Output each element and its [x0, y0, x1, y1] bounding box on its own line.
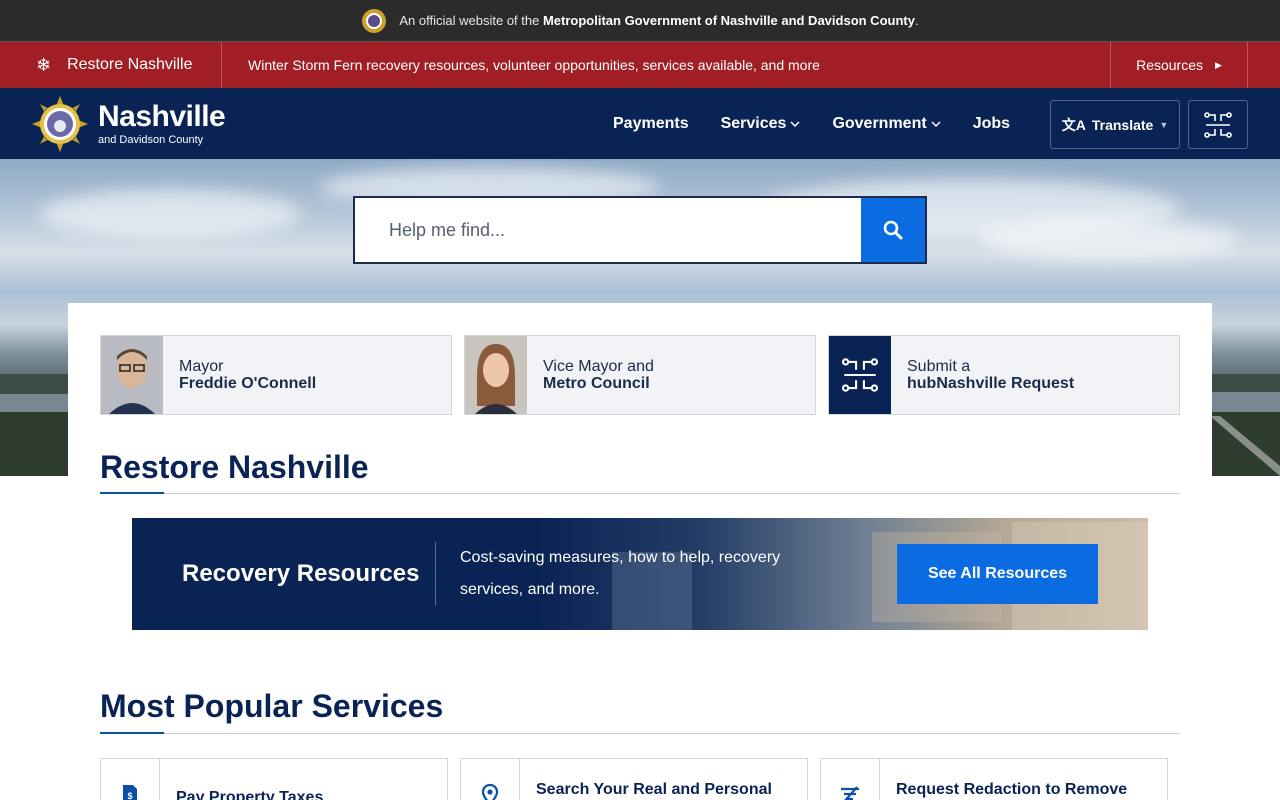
restore-heading-rule [100, 492, 1180, 494]
nav-services[interactable]: Services [721, 115, 801, 133]
card-hub-line1: Submit a [907, 358, 971, 375]
filter-lines-icon [841, 786, 859, 800]
hub-circuit-icon [1204, 111, 1232, 138]
card-hubnashville[interactable]: Submit a hubNashville Request [828, 335, 1180, 415]
mayor-photo [101, 336, 163, 414]
chevron-down-icon [790, 120, 800, 127]
see-all-resources-button[interactable]: See All Resources [897, 544, 1098, 604]
search-input[interactable] [355, 198, 861, 262]
svg-text:$: $ [127, 791, 132, 800]
alert-message[interactable]: Winter Storm Fern recovery resources, vo… [222, 42, 1110, 88]
translate-label: Translate [1091, 116, 1154, 133]
banner-divider [435, 542, 436, 606]
alert-resources-label: Resources [1136, 57, 1203, 73]
alert-bar: ❄ Restore Nashville Winter Storm Fern re… [0, 42, 1280, 88]
card-mayor[interactable]: Mayor Freddie O'Connell [100, 335, 452, 415]
card-mayor-line1: Mayor [179, 358, 224, 375]
translate-icon: 文A [1061, 116, 1086, 133]
banner-description: Cost-saving measures, how to help, recov… [460, 549, 781, 598]
official-org-name: Metropolitan Government of Nashville and… [542, 13, 915, 28]
service-icon-cell: $ [101, 759, 160, 800]
translate-button[interactable]: 文A Translate ▼ [1050, 100, 1180, 149]
official-website-bar: An official website of the Metropolitan … [0, 0, 1280, 42]
site-logo[interactable]: Nashville and Davidson County [32, 95, 226, 152]
service-label: Pay Property Taxes [176, 789, 324, 800]
restore-nashville-heading: Restore Nashville [100, 449, 369, 485]
map-pin-icon [481, 783, 499, 800]
metro-seal-icon [362, 8, 387, 33]
banner-title: Recovery Resources [182, 560, 420, 587]
nav-payments[interactable]: Payments [613, 115, 689, 133]
nashville-seal-icon [32, 95, 88, 152]
nav-payments-label: Payments [613, 114, 689, 132]
popular-services-heading: Most Popular Services [100, 688, 444, 724]
hub-circuit-icon [841, 358, 879, 392]
document-dollar-icon: $ [123, 785, 137, 800]
service-icon-cell [821, 759, 880, 800]
logo-subtitle: and Davidson County [98, 133, 204, 146]
official-text-prefix: An official website of the [399, 13, 540, 28]
nav-services-label: Services [720, 114, 787, 132]
service-card-search-real-personal[interactable]: Search Your Real and Personal [460, 758, 808, 800]
chevron-down-icon [931, 120, 941, 127]
logo-name: Nashville [98, 99, 226, 133]
official-text-suffix: . [914, 13, 919, 28]
service-card-request-redaction[interactable]: Request Redaction to Remove [820, 758, 1168, 800]
snowflake-icon: ❄ [36, 54, 52, 75]
search-icon [883, 220, 903, 240]
main-nav: Payments Services Government Jobs [613, 88, 1042, 159]
nav-government[interactable]: Government [832, 114, 941, 133]
service-icon-cell [461, 759, 520, 800]
card-hub-line2: hubNashville Request [907, 375, 1075, 392]
nav-government-label: Government [832, 114, 927, 132]
caret-right-icon: ▶ [1215, 59, 1222, 70]
nav-jobs[interactable]: Jobs [973, 115, 1010, 133]
search-button[interactable] [861, 198, 925, 262]
alert-resources-link[interactable]: Resources ▶ [1110, 42, 1248, 88]
alert-title[interactable]: ❄ Restore Nashville [0, 42, 222, 88]
card-vice-mayor[interactable]: Vice Mayor and Metro Council [464, 335, 816, 415]
service-label: Search Your Real and Personal [536, 781, 772, 798]
nav-jobs-label: Jobs [972, 114, 1011, 132]
service-label: Request Redaction to Remove [896, 781, 1128, 798]
caret-down-icon: ▼ [1159, 119, 1169, 130]
service-card-pay-property-taxes[interactable]: $ Pay Property Taxes [100, 758, 448, 800]
alert-title-text: Restore Nashville [67, 56, 193, 73]
hubnashville-button[interactable] [1188, 100, 1248, 149]
site-header: Nashville and Davidson County Payments S… [0, 88, 1280, 159]
card-vice-mayor-line2: Metro Council [543, 375, 650, 392]
card-mayor-line2: Freddie O'Connell [179, 375, 317, 392]
hub-icon-tile [829, 336, 891, 414]
card-vice-mayor-line1: Vice Mayor and [543, 358, 654, 375]
site-search [353, 196, 927, 264]
vice-mayor-photo [465, 336, 527, 414]
popular-heading-rule [100, 732, 1180, 734]
recovery-resources-banner: Recovery Resources Cost-saving measures,… [132, 518, 1148, 630]
